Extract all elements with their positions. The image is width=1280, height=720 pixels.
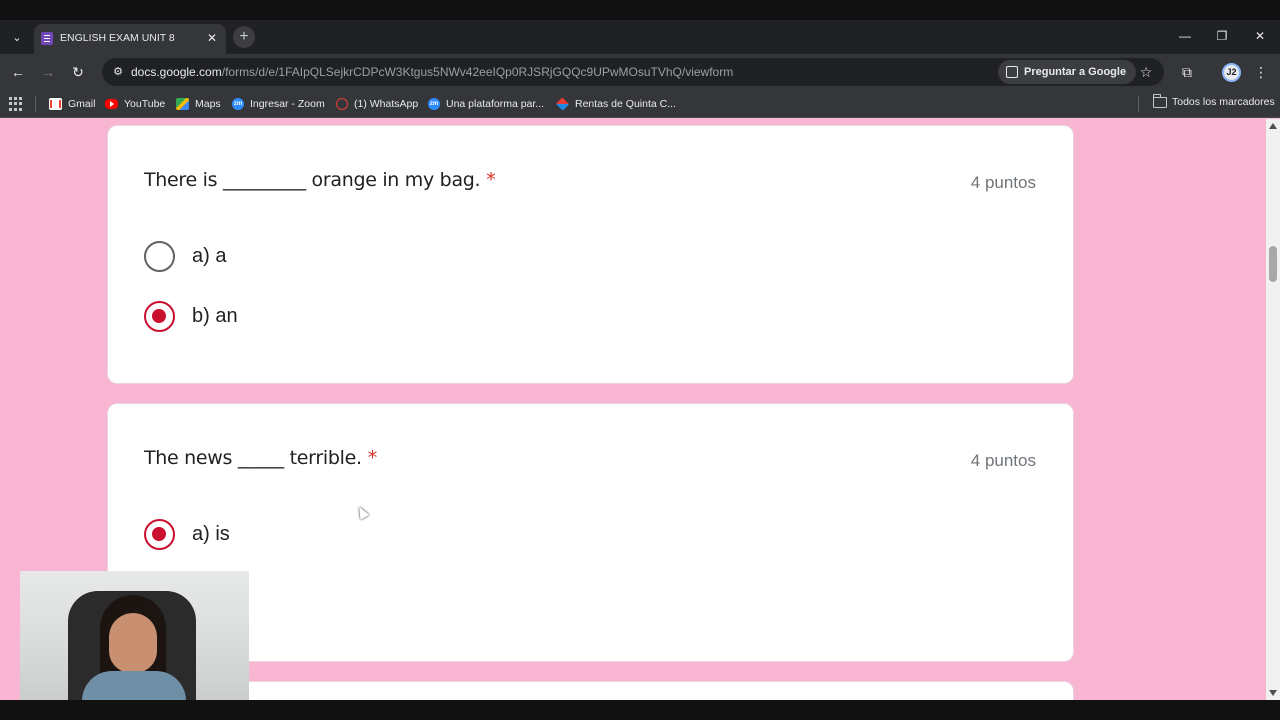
close-window-button[interactable]: ✕ xyxy=(1248,26,1272,46)
bookmark-separator xyxy=(1138,96,1139,112)
question-points: 4 puntos xyxy=(970,451,1036,470)
question-card xyxy=(107,681,1074,700)
option-label: b) an xyxy=(192,304,238,327)
site-info-icon[interactable]: ⚙ xyxy=(110,64,126,80)
question-card: There is _________ orange in my bag. * 4 … xyxy=(107,125,1074,384)
tab-active[interactable]: ENGLISH EXAM UNIT 8 ✕ xyxy=(34,24,226,54)
forward-button[interactable]: → xyxy=(37,62,59,82)
question-points: 4 puntos xyxy=(970,173,1036,192)
google-forms-icon xyxy=(41,32,53,45)
option-a[interactable]: a) a xyxy=(144,240,226,272)
question-title: There is _________ orange in my bag. * xyxy=(144,169,496,191)
radio-button[interactable] xyxy=(144,240,175,272)
youtube-icon xyxy=(105,99,118,109)
bookmark-label: Una plataforma par... xyxy=(446,98,545,110)
webcam-overlay xyxy=(20,571,249,700)
option-label: a) is xyxy=(192,522,230,545)
bookmark-whatsapp[interactable]: (1) WhatsApp xyxy=(336,96,418,112)
bookmark-label: YouTube xyxy=(124,98,166,110)
bookmark-label: Rentas de Quinta C... xyxy=(575,98,676,110)
question-text: There is _________ orange in my bag. xyxy=(144,169,481,191)
browser-toolbar: ← → ↻ ⚙ docs.google.com/forms/d/e/1FAIpQ… xyxy=(0,54,1280,90)
bookmark-plataforma[interactable]: zm Una plataforma par... xyxy=(428,96,544,112)
question-title: The news _____ terrible. * xyxy=(144,447,377,469)
bookmark-separator xyxy=(35,96,36,112)
question-text: The news _____ terrible. xyxy=(144,447,362,469)
zoom-icon: zm xyxy=(232,98,244,110)
gmail-icon xyxy=(49,98,62,110)
bookmark-maps[interactable]: Maps xyxy=(176,96,221,112)
zoom-icon: zm xyxy=(428,98,440,110)
new-tab-button[interactable]: + xyxy=(233,26,255,48)
bookmark-label: (1) WhatsApp xyxy=(354,98,419,110)
url-host: docs.google.com xyxy=(131,65,222,79)
bottom-letterbox xyxy=(0,700,1280,720)
extensions-icon[interactable]: ⧉ xyxy=(1177,62,1197,82)
scroll-up-arrow-icon[interactable] xyxy=(1269,123,1277,129)
browser-menu-icon[interactable]: ⋮ xyxy=(1252,62,1270,82)
tab-title: ENGLISH EXAM UNIT 8 xyxy=(60,32,175,44)
url-path: /forms/d/e/1FAIpQLSejkrCDPcW3Ktgus5NWv42… xyxy=(221,65,734,79)
ask-google-button[interactable]: Preguntar a Google xyxy=(998,60,1137,84)
tab-close-icon[interactable]: ✕ xyxy=(204,30,220,46)
address-bar[interactable]: ⚙ docs.google.com/forms/d/e/1FAIpQLSejkr… xyxy=(102,58,1164,86)
all-bookmarks-link[interactable]: Todos los marcadores xyxy=(1172,96,1275,108)
bookmark-zoom[interactable]: zm Ingresar - Zoom xyxy=(232,96,325,112)
bookmark-label: Gmail xyxy=(68,98,96,110)
bookmark-rentas[interactable]: Rentas de Quinta C... xyxy=(555,96,676,112)
option-a[interactable]: a) is xyxy=(144,518,230,550)
webcam-person-shirt xyxy=(82,671,186,700)
question-card: The news _____ terrible. * 4 puntos a) is xyxy=(107,403,1074,662)
bookmark-star-icon[interactable]: ☆ xyxy=(1136,62,1156,82)
bookmark-youtube[interactable]: YouTube xyxy=(105,96,165,112)
apps-grid-icon[interactable] xyxy=(9,97,23,111)
rentas-icon xyxy=(555,97,570,111)
lens-icon xyxy=(1006,66,1018,78)
folder-icon[interactable] xyxy=(1152,94,1167,108)
reload-button[interactable]: ↻ xyxy=(67,62,89,82)
bookmark-label: Maps xyxy=(195,98,221,110)
option-b[interactable]: b) an xyxy=(144,300,238,332)
required-asterisk: * xyxy=(367,447,378,469)
radio-button-selected[interactable] xyxy=(144,518,175,550)
radio-button-selected[interactable] xyxy=(144,300,175,332)
bookmarks-bar: Gmail YouTube Maps zm Ingresar - Zoom (1)… xyxy=(0,90,1280,118)
scrollbar-thumb[interactable] xyxy=(1269,246,1277,282)
minimize-button[interactable]: — xyxy=(1173,26,1197,46)
scroll-down-arrow-icon[interactable] xyxy=(1269,690,1277,696)
maps-icon xyxy=(176,98,189,110)
bookmark-gmail[interactable]: Gmail xyxy=(49,96,95,112)
webcam-person-face xyxy=(109,613,157,673)
whatsapp-icon xyxy=(336,98,348,110)
profile-avatar[interactable]: J2 xyxy=(1222,63,1241,82)
tab-search-chevron-icon[interactable]: ⌄ xyxy=(6,27,28,47)
url-text[interactable]: docs.google.com/forms/d/e/1FAIpQLSejkrCD… xyxy=(131,65,733,79)
required-asterisk: * xyxy=(486,169,496,191)
tab-strip: ⌄ ENGLISH EXAM UNIT 8 ✕ xyxy=(0,20,1280,54)
page-scrollbar[interactable] xyxy=(1266,119,1280,700)
restore-button[interactable]: ❐ xyxy=(1210,26,1234,46)
back-button[interactable]: ← xyxy=(7,62,29,82)
ask-google-label: Preguntar a Google xyxy=(1024,66,1127,78)
screen: ⌄ ENGLISH EXAM UNIT 8 ✕ + — ❐ ✕ ← → ↻ ⚙ … xyxy=(0,0,1280,720)
bookmark-label: Ingresar - Zoom xyxy=(250,98,325,110)
top-letterbox xyxy=(0,0,1280,20)
option-label: a) a xyxy=(192,244,227,267)
